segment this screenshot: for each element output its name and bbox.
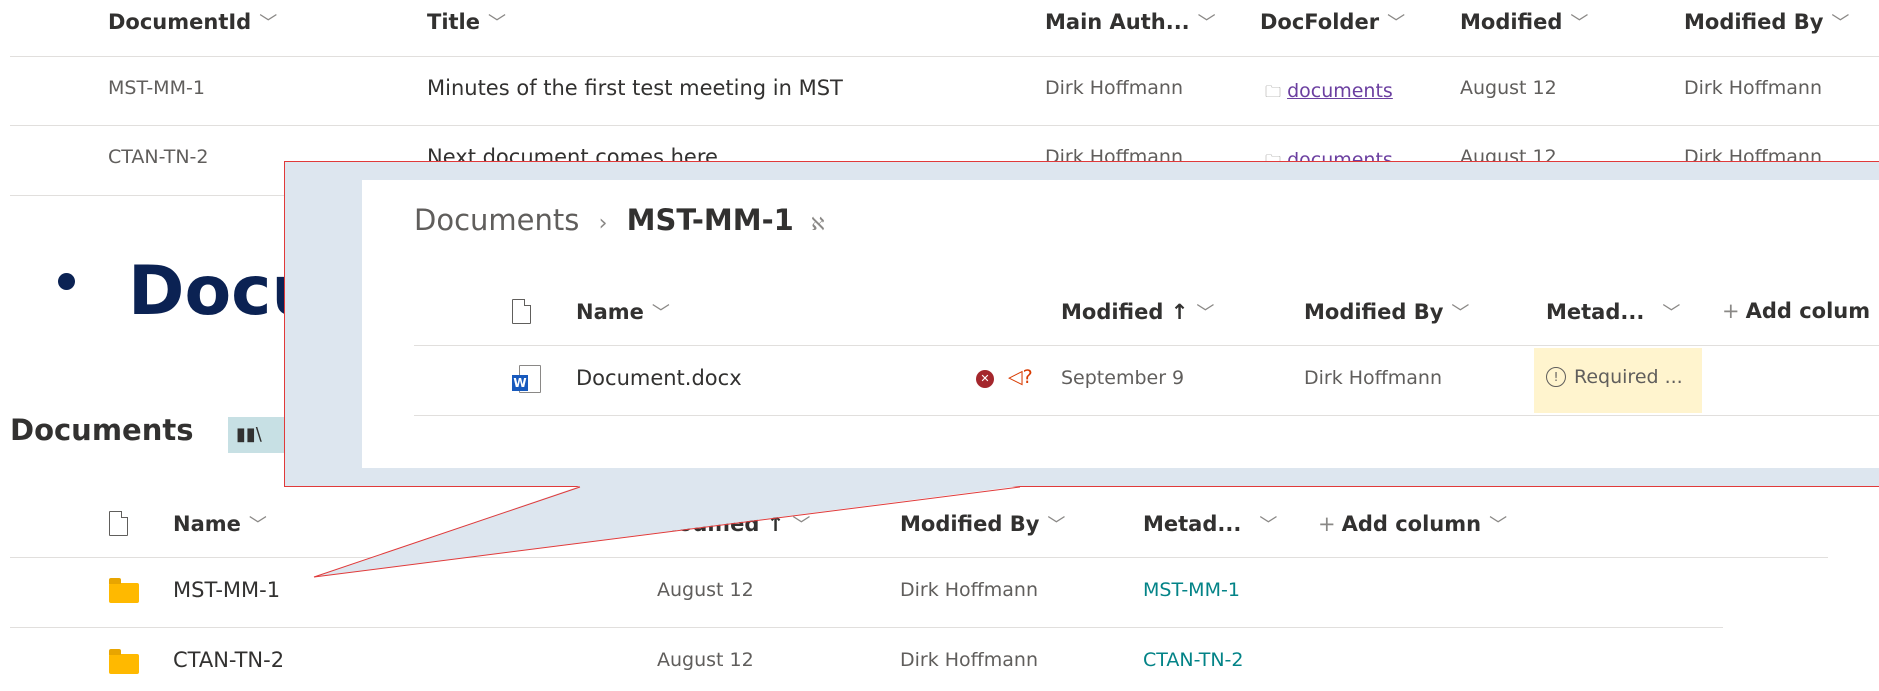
chevron-right-icon: › bbox=[598, 211, 608, 236]
required-label: Required ... bbox=[1574, 366, 1683, 388]
col-header-name[interactable]: Name ﹀ bbox=[576, 299, 670, 325]
chevron-down-icon: ﹀ bbox=[1451, 303, 1470, 324]
modified-by: Dirk Hoffmann bbox=[1304, 367, 1443, 389]
divider bbox=[414, 345, 1879, 346]
chevron-down-icon: ﹀ bbox=[1662, 303, 1681, 324]
modified-date: September 9 bbox=[1061, 367, 1185, 389]
required-metadata-badge[interactable]: ! Required ... bbox=[1534, 348, 1702, 413]
breadcrumb: Documents › MST-MM-1 ℵ bbox=[414, 203, 824, 237]
people-icon[interactable]: ℵ bbox=[811, 214, 824, 235]
breadcrumb-current: MST-MM-1 bbox=[626, 203, 794, 237]
breadcrumb-root[interactable]: Documents bbox=[414, 203, 579, 237]
add-column-button[interactable]: + Add colum bbox=[1722, 299, 1870, 323]
required-info-icon: ◁? bbox=[1008, 366, 1033, 388]
word-document-icon: W bbox=[512, 365, 541, 393]
info-icon: ! bbox=[1546, 367, 1566, 387]
col-header-modified[interactable]: Modified ↑﹀ bbox=[1061, 299, 1214, 325]
plus-icon: + bbox=[1722, 299, 1740, 323]
divider bbox=[414, 415, 1879, 416]
file-name[interactable]: Document.docx bbox=[576, 366, 742, 390]
chevron-down-icon: ﹀ bbox=[651, 303, 670, 324]
chevron-down-icon: ﹀ bbox=[1196, 303, 1215, 324]
file-type-icon bbox=[512, 299, 531, 324]
checked-out-icon: ✕ bbox=[976, 370, 994, 388]
col-header-metadata[interactable]: Metad... ﹀ bbox=[1546, 299, 1680, 325]
col-header-modified-by[interactable]: Modified By ﹀ bbox=[1304, 299, 1469, 325]
